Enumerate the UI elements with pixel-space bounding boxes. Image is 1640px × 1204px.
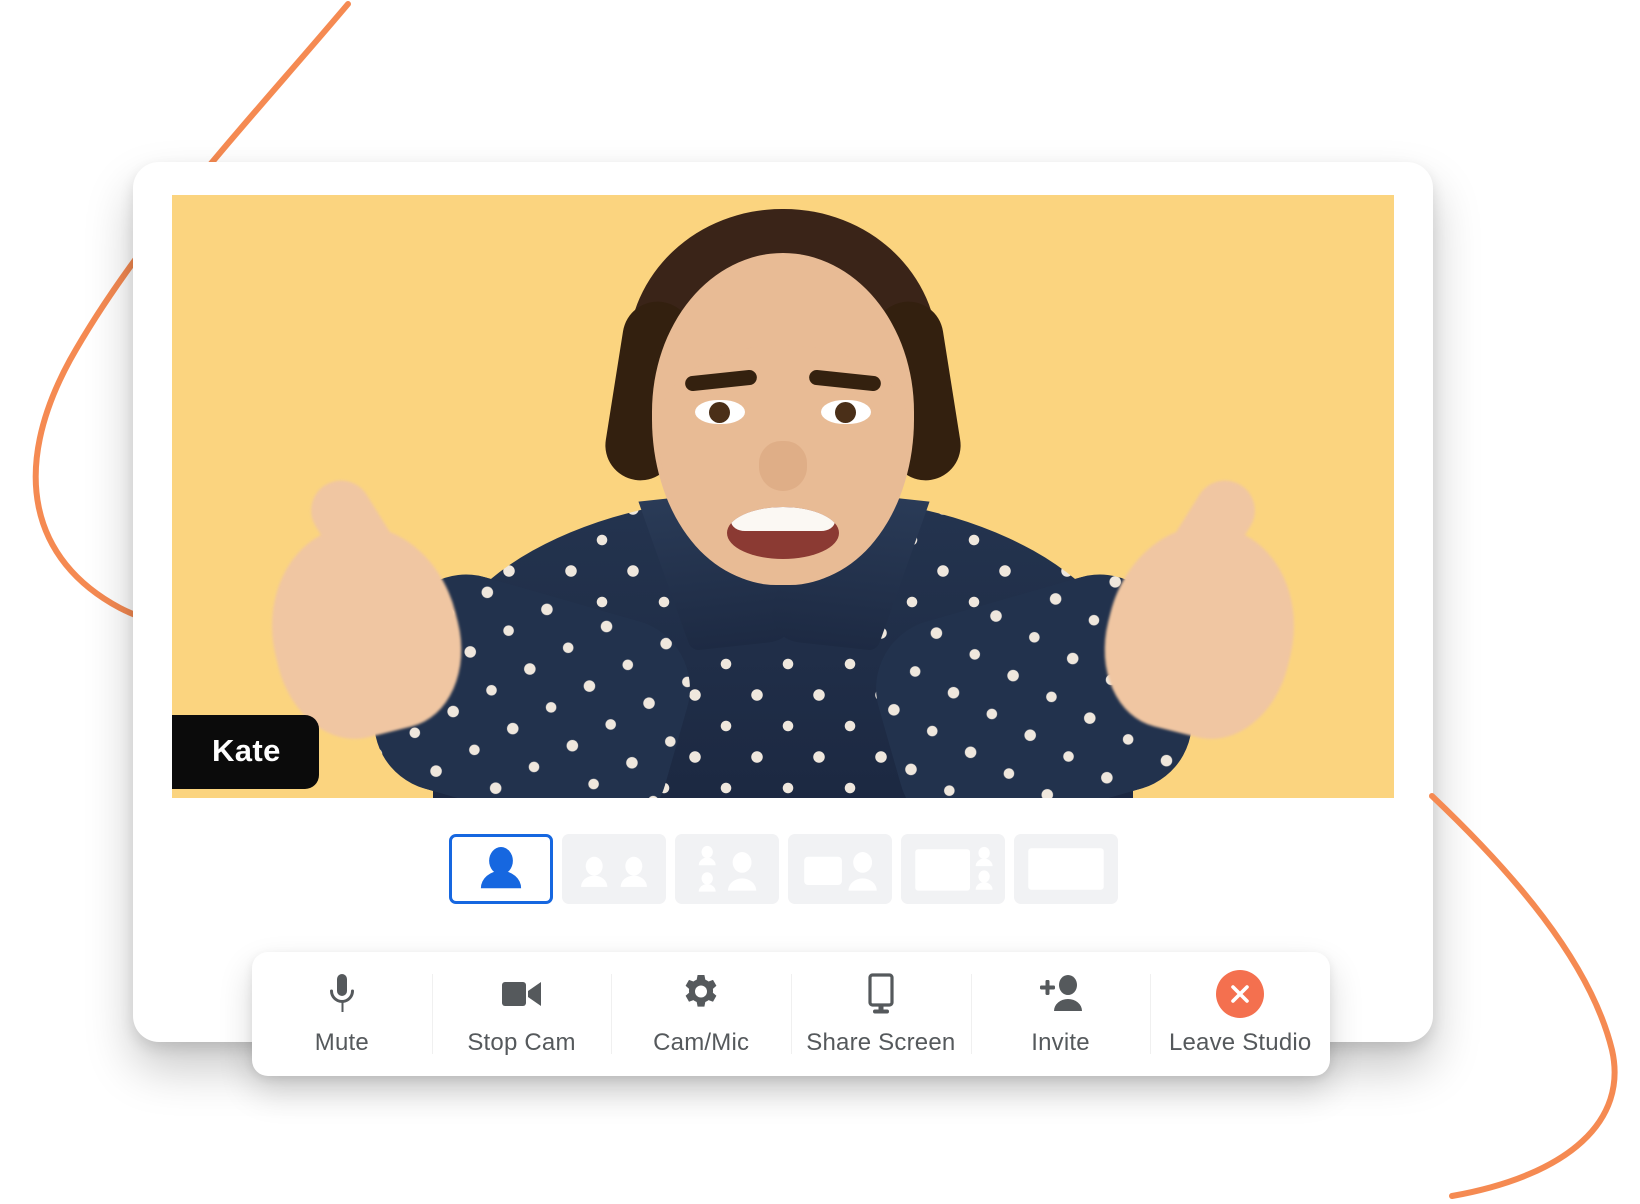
control-bar: Mute Stop Cam Cam/Mic Share Screen Invit… (252, 952, 1330, 1076)
control-label-share-screen: Share Screen (806, 1029, 956, 1056)
layout-selector (133, 834, 1433, 904)
page-root: Kate Mute Stop Cam Cam/Mic Share Screen … (0, 0, 1640, 1204)
monitor-icon (861, 971, 901, 1017)
teeth (731, 507, 835, 531)
add-person-icon (1038, 971, 1084, 1017)
control-label-invite: Invite (1031, 1029, 1090, 1056)
participant-video-image (172, 195, 1394, 798)
two-person-layout-icon (564, 836, 664, 902)
control-stop-cam[interactable]: Stop Cam (431, 952, 612, 1076)
microphone-icon (325, 971, 359, 1017)
participant-name-badge: Kate (172, 715, 319, 789)
control-label-stop-cam: Stop Cam (467, 1029, 576, 1056)
gear-icon (681, 971, 721, 1017)
control-label-cam-mic: Cam/Mic (653, 1029, 750, 1056)
control-mute[interactable]: Mute (252, 952, 432, 1076)
control-cam-mic[interactable]: Cam/Mic (611, 952, 791, 1076)
layout-option-grid[interactable] (674, 834, 779, 904)
layout-option-two-up[interactable] (561, 834, 666, 904)
layout-option-fullscreen[interactable] (1013, 834, 1118, 904)
leave-studio-button[interactable] (1216, 970, 1265, 1018)
screen-sidebar-layout-icon (903, 836, 1003, 902)
control-label-leave-studio: Leave Studio (1168, 1029, 1312, 1056)
eye-left (695, 400, 745, 424)
control-label-mute: Mute (314, 1029, 369, 1056)
eye-right (821, 400, 871, 424)
screen-and-person-layout-icon (790, 836, 890, 902)
control-share-screen[interactable]: Share Screen (791, 952, 971, 1076)
nose (759, 441, 807, 491)
grid-people-layout-icon (677, 836, 777, 902)
layout-option-screen-sidebar[interactable] (900, 834, 1005, 904)
close-circle-icon (1216, 970, 1265, 1018)
studio-window: Kate (133, 162, 1433, 1042)
mouth (727, 507, 839, 559)
single-person-layout-icon (452, 837, 550, 901)
control-leave-studio[interactable]: Leave Studio (1150, 952, 1330, 1076)
video-camera-icon (501, 971, 543, 1017)
layout-option-screen-person[interactable] (787, 834, 892, 904)
layout-option-speaker[interactable] (448, 834, 553, 904)
fullscreen-layout-icon (1016, 836, 1116, 902)
control-invite[interactable]: Invite (970, 952, 1151, 1076)
video-stage[interactable]: Kate (172, 195, 1394, 798)
